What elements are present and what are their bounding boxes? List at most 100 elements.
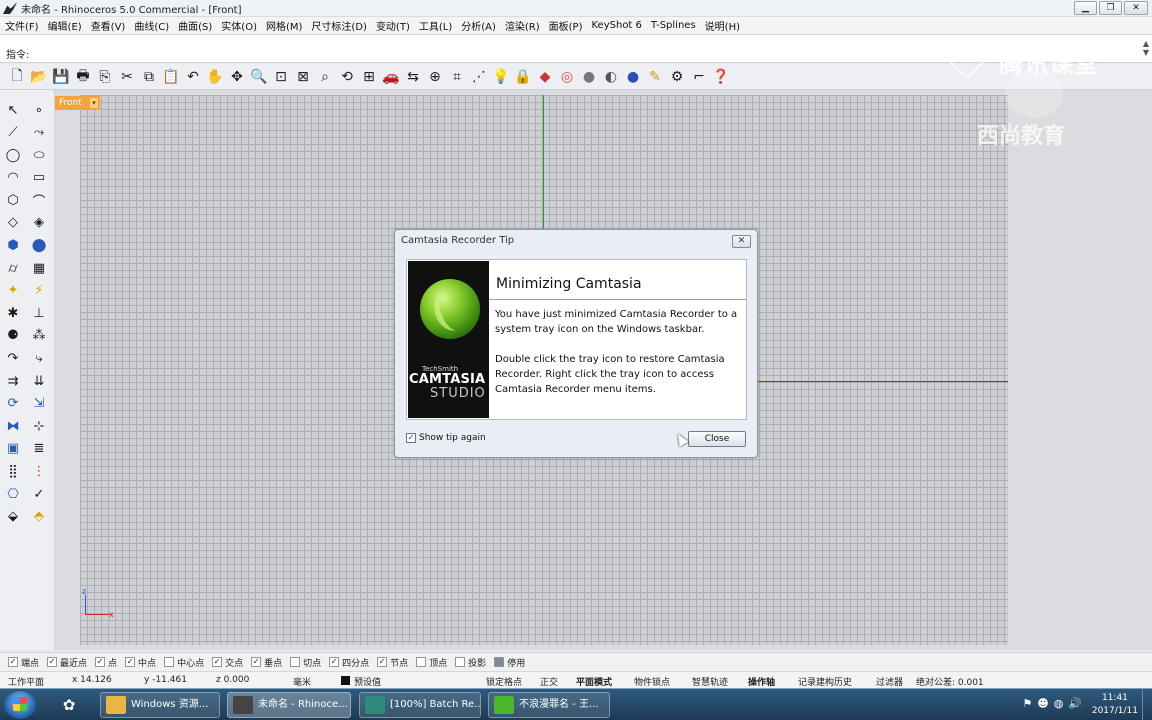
ellipse-icon[interactable]: ⬭ [28, 145, 50, 165]
rotate-view-icon[interactable]: ⟲ [337, 67, 357, 87]
osnap-checkbox[interactable]: ✓ [125, 657, 136, 667]
menu-keyshot[interactable]: KeyShot 6 [592, 20, 642, 31]
paste-icon[interactable]: 📋 [161, 67, 181, 87]
close-button[interactable]: ✕ [1124, 1, 1148, 15]
circle-icon[interactable]: ◯ [2, 145, 24, 165]
layer-icon[interactable]: ≣ [28, 439, 50, 459]
render-icon[interactable]: ⬙ [2, 507, 24, 527]
minimize-button[interactable]: ▁ [1074, 1, 1097, 15]
new-file-icon[interactable]: 🗋 [7, 67, 27, 87]
menu-file[interactable]: 文件(F) [5, 18, 39, 33]
osnap-checkbox[interactable]: ✓ [251, 657, 262, 667]
color-wheel-icon[interactable]: ◎ [557, 67, 577, 87]
extrude-icon[interactable]: ◈ [28, 213, 50, 233]
osnap-checkbox[interactable]: ✓ [95, 657, 106, 667]
taskbar-button[interactable]: 不浪漫罪名 - 王... [488, 692, 610, 718]
menu-view[interactable]: 查看(V) [91, 18, 126, 33]
render-preview-icon[interactable]: ● [623, 67, 643, 87]
osnap-checkbox[interactable]: ✓ [8, 657, 18, 667]
taskbar-button[interactable]: [100%] Batch Re... [359, 692, 481, 718]
menu-edit[interactable]: 编辑(E) [48, 18, 82, 33]
osnap-option[interactable]: ✓ 端点 [8, 656, 39, 669]
print-icon[interactable]: 🖶 [73, 67, 93, 87]
polyline-icon[interactable]: ⟋ [2, 123, 24, 143]
status-osnap[interactable]: 物件锁点 [634, 675, 670, 688]
named-view-icon[interactable]: ⇆ [403, 67, 423, 87]
osnap-checkbox[interactable]: ✓ [377, 657, 388, 667]
status-planar[interactable]: 平面模式 [576, 675, 612, 688]
scale-icon[interactable]: ⇲ [28, 394, 50, 414]
box-icon[interactable]: ⬢ [2, 236, 24, 256]
show-desktop-button[interactable] [1142, 689, 1152, 720]
fillet-curve-icon[interactable]: ⌒ [28, 190, 50, 210]
zoom-extents-icon[interactable]: ⊠ [293, 67, 313, 87]
osnap-checkbox[interactable] [290, 657, 301, 667]
osnap-option[interactable]: 切点 [290, 656, 321, 669]
mirror-icon[interactable]: ⧓ [2, 416, 24, 436]
offset-icon[interactable]: ↷ [2, 349, 24, 369]
osnap-option[interactable]: 投影 [455, 656, 486, 669]
distribute-icon[interactable]: ⋮ [28, 462, 50, 482]
osnap-checkbox[interactable]: ✓ [212, 657, 223, 667]
render-sphere-icon[interactable]: ● [579, 67, 599, 87]
dimension-icon[interactable]: ⚡ [28, 281, 50, 301]
move-view-icon[interactable]: ✥ [227, 67, 247, 87]
polygon-icon[interactable]: ⬡ [2, 190, 24, 210]
taskbar-button[interactable]: 未命名 - Rhinoce... [227, 692, 351, 718]
osnap-option[interactable]: 停用 [494, 656, 525, 669]
menu-panels[interactable]: 面板(P) [549, 18, 583, 33]
help-icon[interactable]: ❓ [711, 67, 731, 87]
cylinder-icon[interactable]: ⌭ [2, 258, 24, 278]
surface-icon[interactable]: ◇ [2, 213, 24, 233]
show-tip-again-checkbox[interactable]: ✓ Show tip again [406, 433, 486, 443]
select-points-icon[interactable]: ⌗ [447, 67, 467, 87]
status-gumball[interactable]: 操作轴 [748, 675, 775, 688]
dialog-close-icon[interactable]: ✕ [732, 235, 751, 248]
zoom-window-icon[interactable]: ⊡ [271, 67, 291, 87]
cut-icon[interactable]: ✂ [117, 67, 137, 87]
options-icon[interactable]: ✎ [645, 67, 665, 87]
osnap-option[interactable]: ✓ 四分点 [329, 656, 369, 669]
four-viewports-icon[interactable]: ⊞ [359, 67, 379, 87]
osnap-checkbox[interactable]: ✓ [47, 657, 58, 667]
status-history[interactable]: 记录建构历史 [798, 675, 852, 688]
status-filter[interactable]: 过滤器 [876, 675, 903, 688]
analyze-icon[interactable]: ⎔ [2, 484, 24, 504]
array-icon[interactable]: ⊹ [28, 416, 50, 436]
restore-button[interactable]: ❐ [1099, 1, 1122, 15]
menu-dimension[interactable]: 尺寸标注(D) [311, 18, 367, 33]
osnap-option[interactable]: ✓ 最近点 [47, 656, 87, 669]
viewport-menu-arrow-icon[interactable]: ▾ [90, 98, 98, 108]
osnap-option[interactable]: 中心点 [164, 656, 204, 669]
blend-icon[interactable]: ⤷ [28, 349, 50, 369]
rotate-icon[interactable]: ⟳ [2, 394, 24, 414]
export-icon[interactable]: ⎘ [95, 67, 115, 87]
mesh-icon[interactable]: ▦ [28, 258, 50, 278]
pan-hand-icon[interactable]: ✋ [205, 67, 225, 87]
tray-network-icon[interactable]: ◍ [1054, 697, 1064, 710]
undo-icon[interactable]: ↶ [183, 67, 203, 87]
lock-icon[interactable]: 🔒 [513, 67, 533, 87]
text-icon[interactable]: ✱ [2, 303, 24, 323]
close-dialog-button[interactable]: Close [688, 431, 746, 447]
zoom-icon[interactable]: 🔍 [249, 67, 269, 87]
rectangle-icon[interactable]: ▭ [28, 168, 50, 188]
menu-analyze[interactable]: 分析(A) [461, 18, 496, 33]
zoom-selected-icon[interactable]: ⌕ [315, 67, 335, 87]
join-icon[interactable]: ⚈ [2, 326, 24, 346]
boolean-icon[interactable]: ⬤ [28, 236, 50, 256]
menu-transform[interactable]: 变动(T) [376, 18, 410, 33]
light-bulb-icon[interactable]: 💡 [491, 67, 511, 87]
group-icon[interactable]: ▣ [2, 439, 24, 459]
osnap-checkbox[interactable]: ✓ [329, 657, 340, 667]
points-on-icon[interactable]: ⋰ [469, 67, 489, 87]
checkbox-check-icon[interactable]: ✓ [406, 433, 416, 443]
open-folder-icon[interactable]: 📂 [29, 67, 49, 87]
osnap-option[interactable]: ✓ 点 [95, 656, 117, 669]
shaded-sphere-icon[interactable]: ◐ [601, 67, 621, 87]
osnap-checkbox[interactable] [455, 657, 466, 667]
menu-surface[interactable]: 曲面(S) [178, 18, 212, 33]
copy-icon[interactable]: ⧉ [139, 67, 159, 87]
osnap-option[interactable]: ✓ 垂点 [251, 656, 282, 669]
taskbar-button[interactable]: Windows 资源... [100, 692, 220, 718]
